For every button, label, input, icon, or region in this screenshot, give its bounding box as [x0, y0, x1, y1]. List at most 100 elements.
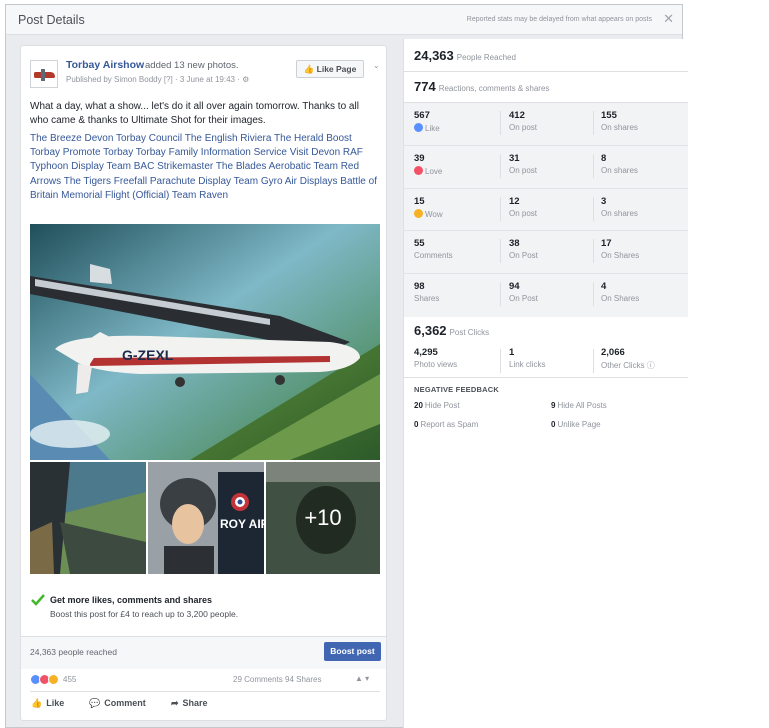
post-clicks-stat: 6,362 Post Clicks — [414, 323, 489, 338]
aerobatic-plane-photo: G-ZEXL — [30, 224, 380, 460]
display-sign-text: ROY AIR FOR TYPHO DISPLAY T — [220, 517, 264, 531]
comment-label: Comment — [104, 698, 146, 708]
link-clicks-cell: 1 Link clicks — [509, 347, 545, 369]
comment-action-button[interactable]: 💬 Comment — [89, 698, 146, 709]
like-label: Like — [425, 124, 440, 133]
on-shares-label: On shares — [601, 208, 638, 218]
plane-wing-shape — [41, 69, 45, 81]
column-divider — [500, 282, 501, 307]
comments-total: 55 — [414, 238, 425, 250]
on-post-label: On post — [509, 165, 538, 175]
love-total-cell: 39 Love — [414, 153, 442, 176]
column-divider — [593, 282, 594, 307]
close-icon[interactable]: ✕ — [663, 11, 674, 27]
column-divider — [593, 196, 594, 221]
wow-on-shares: 3 — [601, 195, 607, 207]
like-page-button[interactable]: 👍 Like Page — [296, 60, 364, 78]
reactions-total-stat: 774 Reactions, comments & shares — [414, 79, 549, 94]
report-spam-label: Report as Spam — [420, 420, 479, 429]
post-clicks-value: 6,362 — [414, 323, 447, 338]
column-divider — [593, 349, 594, 373]
child-pilot-photo: ROY AIR FOR TYPHO DISPLAY T — [148, 462, 264, 574]
report-spam-value: 0 — [414, 420, 419, 429]
photo-thumbnail-3[interactable]: +10 — [266, 462, 380, 574]
people-reached-label: People Reached — [456, 53, 516, 62]
boost-promo: Get more likes, comments and shares Boos… — [30, 592, 380, 630]
other-clicks-cell: 2,066 Other Clicks ⓘ — [601, 347, 655, 371]
like-action-button[interactable]: 👍 Like — [31, 698, 64, 709]
divider — [404, 377, 688, 378]
divider — [21, 636, 386, 637]
boost-post-button[interactable]: Boost post — [324, 642, 381, 661]
shares-label: Shares — [414, 294, 440, 304]
breakdown-row-love: 39 Love 31 On post 8 On shares — [404, 146, 688, 189]
page-name-link[interactable]: Torbay Airshow — [66, 59, 144, 71]
comment-bubble-icon: 💬 — [89, 698, 101, 709]
share-action-button[interactable]: ➦ Share — [171, 698, 208, 709]
plane-registration: G-ZEXL — [122, 347, 174, 363]
comments-total-cell: 55 Comments — [414, 238, 453, 260]
love-on-shares-cell: 8 On shares — [601, 153, 638, 175]
reactions-total-label: Reactions, comments & shares — [438, 84, 550, 93]
on-shares-label: On Shares — [601, 251, 640, 261]
unlike-page-value: 0 — [551, 420, 556, 429]
page-avatar-switcher-icon[interactable]: ▲ ▾ — [355, 674, 369, 683]
wow-total-cell: 15 Wow — [414, 196, 443, 219]
column-divider — [500, 153, 501, 178]
added-photos-text: added 13 new photos. — [145, 60, 239, 71]
main-photo[interactable]: G-ZEXL — [30, 224, 380, 460]
comments-on-shares-cell: 17 On Shares — [601, 238, 639, 260]
wow-on-shares-cell: 3 On shares — [601, 196, 638, 218]
post-body-text: What a day, what a show... let's do it a… — [30, 101, 359, 126]
page-avatar[interactable] — [30, 60, 58, 88]
reaction-count[interactable]: 455 — [63, 675, 76, 684]
column-divider — [500, 239, 501, 264]
people-reached-stat: 24,363 People Reached — [414, 48, 516, 63]
like-on-post-cell: 412 On post — [509, 110, 537, 132]
clicks-breakdown: 4,295 Photo views 1 Link clicks 2,066 Ot… — [404, 345, 688, 377]
comments-label: Comments — [414, 251, 453, 261]
love-label: Love — [425, 166, 443, 176]
divider — [30, 691, 380, 692]
tagged-pages-links[interactable]: The Breeze Devon Torbay Council The Engl… — [30, 132, 382, 203]
column-divider — [500, 349, 501, 373]
like-on-post: 412 — [509, 110, 525, 121]
divider — [404, 71, 688, 72]
hide-post-value: 20 — [414, 401, 423, 410]
photo-thumbnail-2[interactable]: ROY AIR FOR TYPHO DISPLAY T — [148, 462, 264, 574]
cockpit-view-photo — [30, 462, 146, 574]
photo-views-value: 4,295 — [414, 347, 438, 358]
reactions-summary[interactable]: 455 29 Comments 94 Shares ▲ ▾ — [21, 669, 386, 691]
on-shares-label: On shares — [601, 123, 638, 132]
shares-on-post: 94 — [509, 281, 520, 293]
report-spam-stat: 0 Report as Spam — [414, 420, 478, 429]
breakdown-row-shares: 98 Shares 94 On Post 4 On Shares — [404, 274, 688, 317]
promo-subtitle: Boost this post for £4 to reach up to 3,… — [50, 609, 239, 619]
chevron-down-icon[interactable]: ⌄ — [373, 61, 380, 70]
column-divider — [593, 111, 594, 135]
post-card: Torbay Airshow added 13 new photos. Publ… — [20, 45, 387, 721]
comments-shares-count[interactable]: 29 Comments 94 Shares — [233, 675, 322, 684]
comments-on-post-cell: 38 On Post — [509, 238, 538, 260]
hide-post-stat: 20 Hide Post — [414, 401, 460, 410]
photo-thumbnail-1[interactable] — [30, 462, 146, 574]
column-divider — [500, 196, 501, 221]
thumbs-up-icon: 👍 — [303, 64, 315, 74]
photo-views-cell: 4,295 Photo views — [414, 347, 457, 369]
wow-label: Wow — [425, 209, 443, 219]
unlike-page-label: Unlike Page — [557, 420, 601, 429]
photo-views-label: Photo views — [414, 360, 458, 369]
people-reached-text: 24,363 people reached — [30, 647, 117, 657]
love-on-shares: 8 — [601, 152, 607, 164]
on-shares-label: On Shares — [601, 294, 640, 304]
people-reached-value: 24,363 — [414, 48, 454, 63]
love-reaction-icon — [414, 165, 423, 175]
unlike-page-stat: 0 Unlike Page — [551, 420, 601, 429]
on-post-label: On post — [509, 208, 538, 218]
more-photos-overlay[interactable]: +10 — [266, 462, 380, 574]
wow-reaction-icon — [48, 674, 59, 685]
post-clicks-label: Post Clicks — [449, 328, 490, 337]
comments-on-post: 38 — [509, 238, 520, 250]
promo-title: Get more likes, comments and shares — [50, 595, 213, 605]
like-label: Like — [46, 698, 65, 708]
